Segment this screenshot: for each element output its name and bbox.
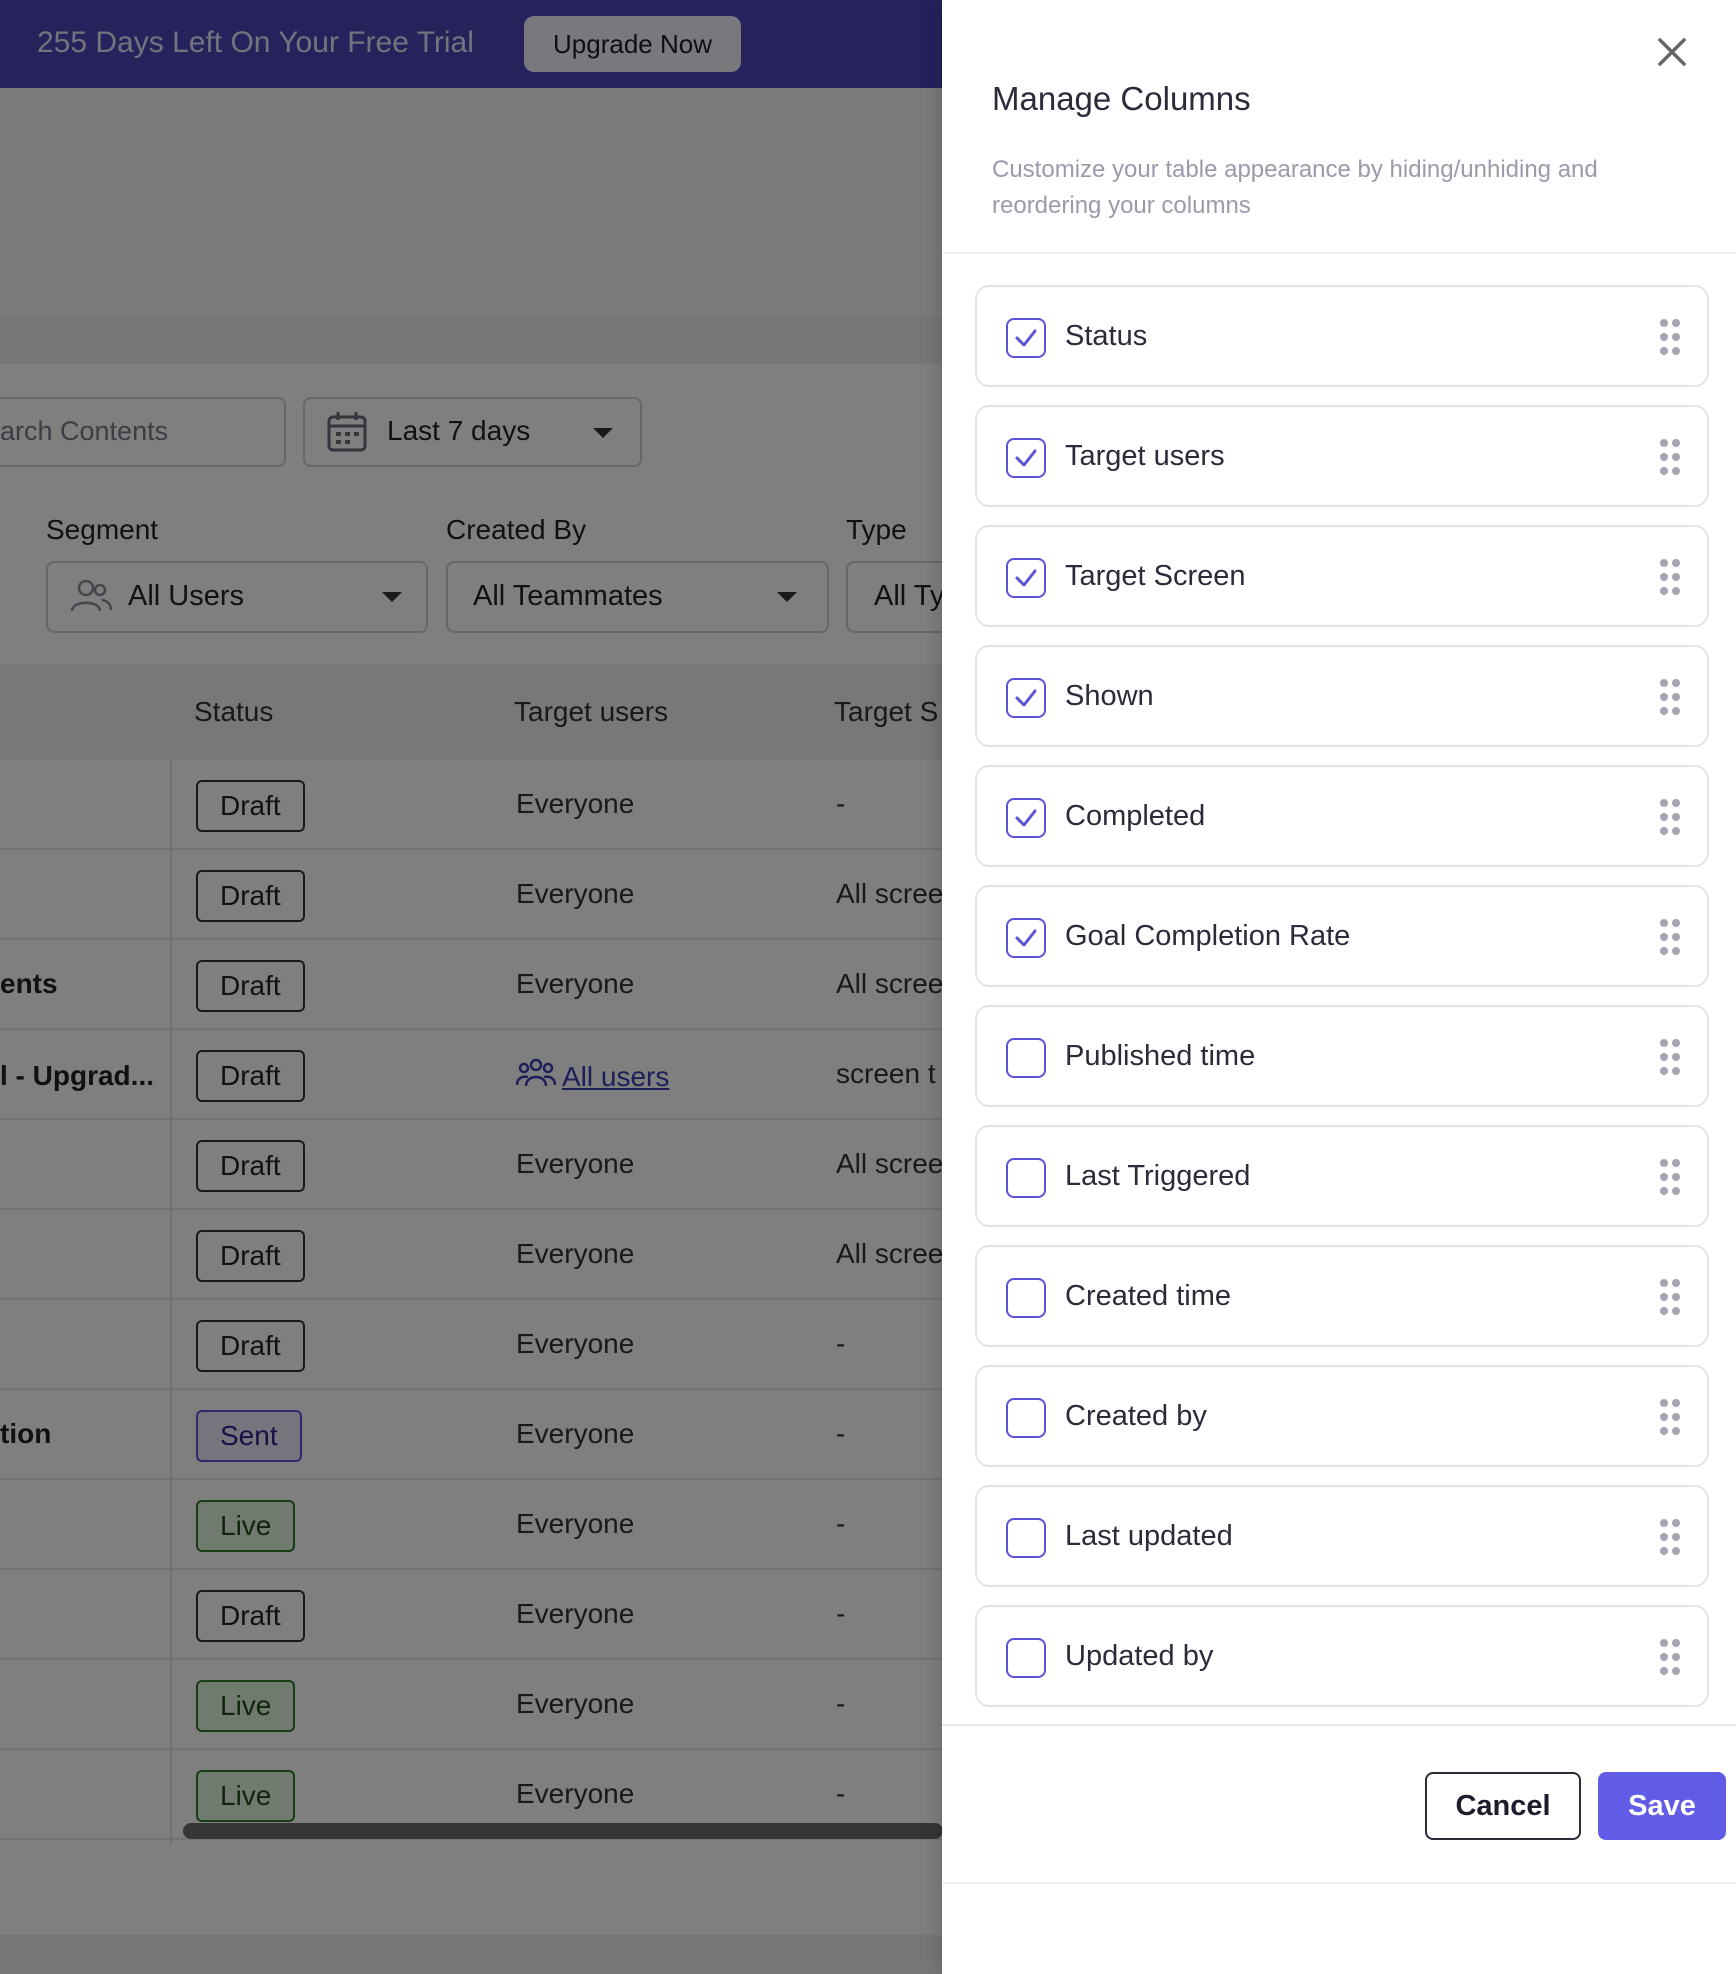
column-option[interactable]: Last Triggered xyxy=(975,1125,1709,1227)
column-option-label: Target Screen xyxy=(1065,560,1246,592)
column-option[interactable]: Status xyxy=(975,285,1709,387)
drag-handle-icon[interactable] xyxy=(1660,1039,1680,1075)
column-option-label: Created time xyxy=(1065,1280,1232,1312)
column-checkbox[interactable] xyxy=(1006,438,1046,478)
column-option-label: Goal Completion Rate xyxy=(1065,920,1351,952)
column-checkbox[interactable] xyxy=(1006,1278,1046,1318)
column-option[interactable]: Goal Completion Rate xyxy=(975,885,1709,987)
column-option-label: Last updated xyxy=(1065,1520,1233,1552)
column-option[interactable]: Shown xyxy=(975,645,1709,747)
column-checkbox[interactable] xyxy=(1006,1518,1046,1558)
column-option[interactable]: Completed xyxy=(975,765,1709,867)
column-checkbox[interactable] xyxy=(1006,798,1046,838)
column-option[interactable]: Published time xyxy=(975,1005,1709,1107)
column-option-label: Completed xyxy=(1065,800,1206,832)
column-option-label: Updated by xyxy=(1065,1640,1214,1672)
drawer-title: Manage Columns xyxy=(992,80,1251,117)
column-checkbox[interactable] xyxy=(1006,678,1046,718)
column-option[interactable]: Target users xyxy=(975,405,1709,507)
cancel-button[interactable]: Cancel xyxy=(1425,1772,1581,1840)
column-checkbox[interactable] xyxy=(1006,918,1046,958)
drag-handle-icon[interactable] xyxy=(1660,1519,1680,1555)
drag-handle-icon[interactable] xyxy=(1660,1159,1680,1195)
drag-handle-icon[interactable] xyxy=(1660,1399,1680,1435)
column-option-label: Status xyxy=(1065,320,1148,352)
drag-handle-icon[interactable] xyxy=(1660,559,1680,595)
close-button[interactable] xyxy=(1648,28,1696,76)
column-option-label: Created by xyxy=(1065,1400,1207,1432)
column-checkbox[interactable] xyxy=(1006,318,1046,358)
column-option[interactable]: Created time xyxy=(975,1245,1709,1347)
drag-handle-icon[interactable] xyxy=(1660,439,1680,475)
drag-handle-icon[interactable] xyxy=(1660,919,1680,955)
drawer-description: Customize your table appearance by hidin… xyxy=(992,156,1598,219)
column-option-label: Target users xyxy=(1065,440,1225,472)
check-icon xyxy=(1015,689,1037,707)
drag-handle-icon[interactable] xyxy=(1660,679,1680,715)
column-checkbox[interactable] xyxy=(1006,1638,1046,1678)
footer-divider xyxy=(942,1724,1736,1726)
drag-handle-icon[interactable] xyxy=(1660,799,1680,835)
column-option[interactable]: Updated by xyxy=(975,1605,1709,1707)
check-icon xyxy=(1015,569,1037,587)
drag-handle-icon[interactable] xyxy=(1660,1279,1680,1315)
column-checkbox[interactable] xyxy=(1006,1398,1046,1438)
drag-handle-icon[interactable] xyxy=(1660,1639,1680,1675)
check-icon xyxy=(1015,449,1037,467)
column-option-label: Shown xyxy=(1065,680,1154,712)
drag-handle-icon[interactable] xyxy=(1660,319,1680,355)
save-button[interactable]: Save xyxy=(1598,1772,1726,1840)
column-option[interactable]: Last updated xyxy=(975,1485,1709,1587)
footer-bottom-divider xyxy=(942,1882,1736,1884)
header-divider xyxy=(942,252,1736,254)
check-icon xyxy=(1015,809,1037,827)
column-option-label: Published time xyxy=(1065,1040,1256,1072)
column-option[interactable]: Target Screen xyxy=(975,525,1709,627)
column-checkbox[interactable] xyxy=(1006,1038,1046,1078)
check-icon xyxy=(1015,929,1037,947)
close-icon xyxy=(1658,38,1686,66)
column-option[interactable]: Created by xyxy=(975,1365,1709,1467)
column-option-label: Last Triggered xyxy=(1065,1160,1251,1192)
column-checkbox[interactable] xyxy=(1006,1158,1046,1198)
column-checkbox[interactable] xyxy=(1006,558,1046,598)
check-icon xyxy=(1015,329,1037,347)
